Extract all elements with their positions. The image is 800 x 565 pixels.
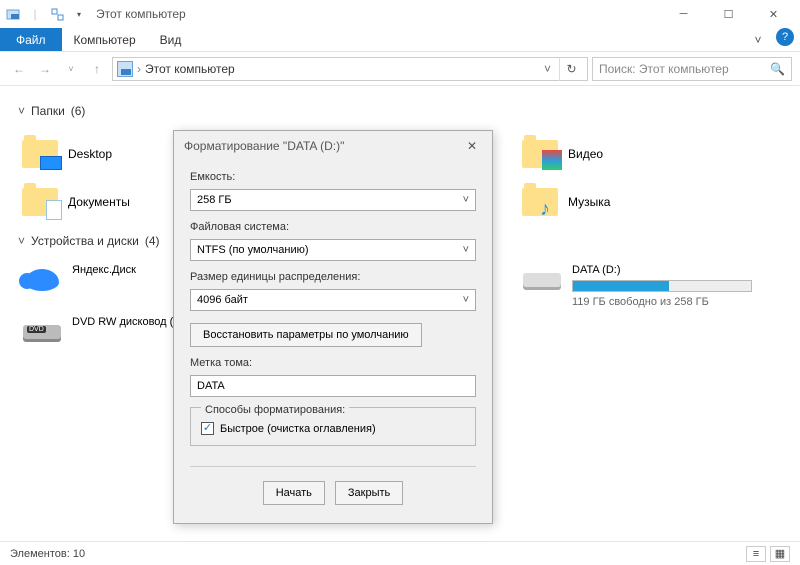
quick-access-toolbar: | ▾ [4, 5, 88, 23]
item-label: Desktop [68, 147, 112, 161]
close-button[interactable]: Закрыть [335, 481, 403, 505]
search-input[interactable]: Поиск: Этот компьютер 🔍 [592, 57, 792, 81]
item-label: Яндекс.Диск [72, 264, 136, 276]
dvd-drive-icon [22, 316, 62, 348]
capacity-value: 258 ГБ [197, 194, 232, 206]
restore-defaults-button[interactable]: Восстановить параметры по умолчанию [190, 323, 422, 347]
allocation-value: 4096 байт [197, 294, 248, 306]
filesystem-label: Файловая система: [190, 221, 476, 233]
quick-format-label: Быстрое (очистка оглавления) [220, 423, 376, 435]
dialog-title: Форматирование "DATA (D:)" [184, 139, 344, 153]
capacity-select[interactable]: 258 ГБ ˅ [190, 189, 476, 211]
nav-back-button[interactable]: ← [8, 58, 30, 80]
refresh-button[interactable]: ↻ [559, 57, 583, 81]
qat-separator: | [26, 5, 44, 23]
capacity-label: Емкость: [190, 171, 476, 183]
status-bar: Элементов: 10 ≡ ▦ [0, 541, 800, 565]
item-label: Документы [68, 195, 130, 209]
chevron-down-icon: ˅ [463, 294, 469, 306]
item-label: DATA (D:) [572, 264, 752, 276]
dialog-title-bar[interactable]: Форматирование "DATA (D:)" ✕ [174, 131, 492, 161]
status-items-label: Элементов: [10, 548, 70, 560]
quick-format-checkbox[interactable]: ✓ [201, 422, 214, 435]
search-placeholder: Поиск: Этот компьютер [599, 62, 729, 76]
folder-item-videos[interactable]: Видео [518, 130, 768, 178]
group-count: (6) [71, 104, 86, 118]
address-dropdown-icon[interactable]: ˅ [540, 62, 555, 76]
chevron-down-icon: ˅ [18, 234, 25, 248]
window-title: Этот компьютер [96, 7, 186, 21]
allocation-label: Размер единицы распределения: [190, 271, 476, 283]
chevron-down-icon: ˅ [463, 244, 469, 256]
app-icon [4, 5, 22, 23]
allocation-select[interactable]: 4096 байт ˅ [190, 289, 476, 311]
chevron-down-icon: ˅ [18, 104, 25, 118]
help-icon[interactable]: ? [776, 28, 794, 46]
dialog-close-button[interactable]: ✕ [462, 136, 482, 156]
ribbon-tabs: Файл Компьютер Вид ˅ ? [0, 28, 800, 52]
device-item-data-d[interactable]: DATA (D:) 119 ГБ свободно из 258 ГБ [518, 260, 778, 312]
tab-computer[interactable]: Компьютер [62, 28, 148, 51]
start-button[interactable]: Начать [263, 481, 325, 505]
nav-bar: ← → ˅ ↑ › Этот компьютер ˅ ↻ Поиск: Этот… [0, 52, 800, 86]
filesystem-select[interactable]: NTFS (по умолчанию) ˅ [190, 239, 476, 261]
format-dialog: Форматирование "DATA (D:)" ✕ Емкость: 25… [173, 130, 493, 524]
status-items-count: 10 [73, 548, 85, 560]
folder-icon [522, 140, 558, 168]
close-button[interactable]: ✕ [751, 0, 796, 28]
group-title: Папки [31, 104, 65, 118]
folder-icon [522, 188, 558, 216]
group-title: Устройства и диски [31, 234, 139, 248]
format-options-group: Способы форматирования: ✓ Быстрое (очист… [190, 407, 476, 446]
search-icon: 🔍 [770, 62, 785, 76]
address-bar[interactable]: › Этот компьютер ˅ ↻ [112, 57, 588, 81]
minimize-button[interactable]: ─ [661, 0, 706, 28]
view-details-button[interactable]: ≡ [746, 546, 766, 562]
item-label: Музыка [568, 195, 610, 209]
volume-label-input[interactable]: DATA [190, 375, 476, 397]
breadcrumb[interactable]: Этот компьютер [145, 62, 235, 76]
view-icons-button[interactable]: ▦ [770, 546, 790, 562]
yandex-disk-icon [22, 264, 62, 296]
capacity-text: 119 ГБ свободно из 258 ГБ [572, 296, 752, 308]
tab-view[interactable]: Вид [148, 28, 194, 51]
item-label: DVD RW дисковод ( [72, 316, 173, 328]
properties-icon[interactable] [48, 5, 66, 23]
nav-forward-button[interactable]: → [34, 58, 56, 80]
title-bar: | ▾ Этот компьютер ─ ☐ ✕ [0, 0, 800, 28]
window-controls: ─ ☐ ✕ [661, 0, 796, 28]
hdd-icon [522, 264, 562, 296]
filesystem-value: NTFS (по умолчанию) [197, 244, 309, 256]
nav-up-button[interactable]: ↑ [86, 58, 108, 80]
folder-icon [22, 140, 58, 168]
chevron-right-icon[interactable]: › [137, 62, 141, 76]
qat-dropdown-icon[interactable]: ▾ [70, 5, 88, 23]
folder-icon [22, 188, 58, 216]
ribbon-expand-icon[interactable]: ˅ [746, 28, 770, 51]
capacity-bar [572, 280, 752, 292]
location-icon [117, 61, 133, 77]
nav-recent-dropdown[interactable]: ˅ [60, 58, 82, 80]
dialog-separator [190, 466, 476, 467]
group-header-folders[interactable]: ˅ Папки (6) [18, 104, 782, 118]
tab-file[interactable]: Файл [0, 28, 62, 51]
maximize-button[interactable]: ☐ [706, 0, 751, 28]
volume-label-label: Метка тома: [190, 357, 476, 369]
volume-label-value: DATA [197, 380, 225, 392]
group-count: (4) [145, 234, 160, 248]
format-options-legend: Способы форматирования: [201, 404, 349, 416]
item-label: Видео [568, 147, 603, 161]
folder-item-music[interactable]: Музыка [518, 178, 768, 226]
chevron-down-icon: ˅ [463, 194, 469, 206]
